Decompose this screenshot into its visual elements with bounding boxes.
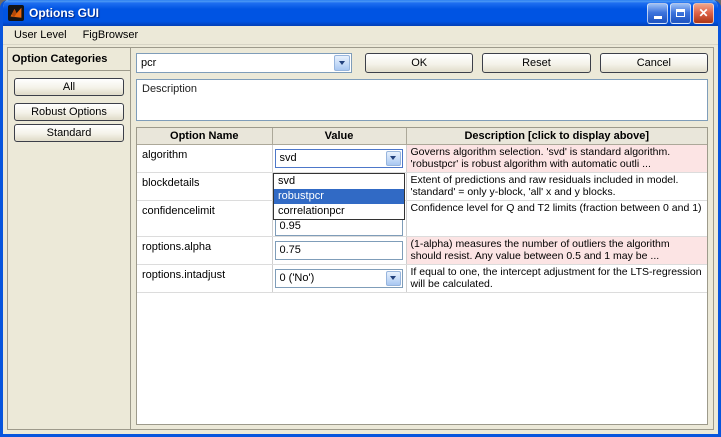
description-panel[interactable]: Description (136, 79, 708, 121)
cancel-button[interactable]: Cancel (599, 53, 708, 73)
option-name-cell[interactable]: roptions.alpha (137, 236, 273, 265)
dropdown-arrow-icon (339, 61, 345, 65)
table-row: roptions.intadjust 0 ('No') If equal to … (137, 264, 707, 293)
column-header-description[interactable]: Description [click to display above] (405, 128, 707, 145)
category-button-group: All Robust Options Standard (8, 71, 130, 142)
roptions-alpha-value: 0.75 (279, 244, 301, 256)
algorithm-dropdown-list: svd robustpcr correlationpcr (273, 173, 405, 220)
option-value-cell: 0.75 (271, 236, 407, 265)
dropdown-arrow-icon (390, 156, 396, 160)
option-name-cell[interactable]: confidencelimit (137, 200, 273, 237)
confidencelimit-value: 0.95 (279, 220, 301, 232)
table-row: confidencelimit 0.95 Confidence level fo… (137, 200, 707, 237)
roptions-intadjust-value: 0 ('No') (279, 272, 315, 284)
method-combobox[interactable]: pcr (136, 53, 352, 73)
option-name-cell[interactable]: algorithm (137, 144, 273, 173)
option-description-cell[interactable]: If equal to one, the intercept adjustmen… (405, 264, 707, 293)
roptions-alpha-value-field[interactable]: 0.75 (274, 240, 403, 260)
reset-button[interactable]: Reset (482, 53, 591, 73)
chevron-down-icon[interactable] (334, 55, 350, 71)
option-description-cell[interactable]: Governs algorithm selection. 'svd' is st… (405, 144, 707, 173)
menubar: User Level FigBrowser (3, 26, 718, 45)
maximize-icon (676, 9, 685, 17)
dropdown-option-svd[interactable]: svd (274, 174, 404, 189)
minimize-icon (653, 15, 662, 19)
close-button[interactable]: ✕ (693, 2, 714, 24)
column-header-option-name[interactable]: Option Name (137, 128, 273, 145)
dropdown-arrow-icon (390, 276, 396, 280)
table-row: algorithm svd Governs algorithm selectio… (137, 144, 707, 173)
option-description-text: If equal to one, the intercept adjustmen… (410, 265, 702, 291)
algorithm-value: svd (279, 152, 297, 164)
dropdown-option-robustpcr[interactable]: robustpcr (274, 189, 404, 204)
option-description-cell[interactable]: (1-alpha) measures the number of outlier… (405, 236, 707, 265)
close-icon: ✕ (698, 6, 709, 20)
maximize-button[interactable] (670, 2, 691, 24)
titlebar[interactable]: Options GUI ✕ (3, 0, 718, 26)
minimize-button[interactable] (647, 2, 668, 24)
option-name-cell[interactable]: blockdetails (137, 172, 273, 201)
top-controls-row: pcr OK Reset Cancel (136, 53, 708, 73)
chevron-down-icon[interactable] (385, 270, 401, 286)
algorithm-value-combobox[interactable]: svd (274, 148, 403, 168)
option-value-cell: svd (271, 144, 407, 173)
description-label: Description (142, 83, 198, 95)
option-value-cell: 0 ('No') (271, 264, 407, 293)
option-categories-title: Option Categories (8, 48, 130, 71)
option-description-cell[interactable]: Confidence level for Q and T2 limits (fr… (405, 200, 707, 237)
option-description-text: Confidence level for Q and T2 limits (fr… (410, 201, 702, 214)
menu-figbrowser[interactable]: FigBrowser (75, 27, 147, 43)
option-description-text: Governs algorithm selection. 'svd' is st… (410, 145, 671, 171)
options-gui-window: Options GUI ✕ User Level FigBrowser Opti… (0, 0, 721, 437)
roptions-intadjust-value-combobox[interactable]: 0 ('No') (274, 268, 403, 288)
method-combobox-value: pcr (141, 57, 157, 69)
option-description-text: Extent of predictions and raw residuals … (410, 173, 679, 199)
option-categories-panel: Option Categories All Robust Options Sta… (8, 48, 131, 429)
column-header-value[interactable]: Value (271, 128, 407, 145)
option-description-cell[interactable]: Extent of predictions and raw residuals … (405, 172, 707, 201)
option-name-cell[interactable]: roptions.intadjust (137, 264, 273, 293)
ok-button[interactable]: OK (365, 53, 474, 73)
table-row: roptions.alpha 0.75 (1-alpha) measures t… (137, 236, 707, 265)
category-button-standard[interactable]: Standard (14, 124, 124, 142)
category-button-robust-options[interactable]: Robust Options (14, 103, 124, 121)
option-description-text: (1-alpha) measures the number of outlier… (410, 237, 670, 263)
dropdown-option-correlationpcr[interactable]: correlationpcr (274, 204, 404, 219)
matlab-icon (8, 5, 24, 21)
category-button-all[interactable]: All (14, 78, 124, 96)
options-table: Option Name Value Description [click to … (136, 127, 708, 425)
menu-user-level[interactable]: User Level (6, 27, 75, 43)
chevron-down-icon[interactable] (385, 150, 401, 166)
client-area: Option Categories All Robust Options Sta… (7, 47, 714, 430)
table-row: blockdetails Extent of predictions and r… (137, 172, 707, 201)
main-panel: pcr OK Reset Cancel Description Option N… (131, 48, 713, 429)
window-title: Options GUI (29, 6, 99, 20)
